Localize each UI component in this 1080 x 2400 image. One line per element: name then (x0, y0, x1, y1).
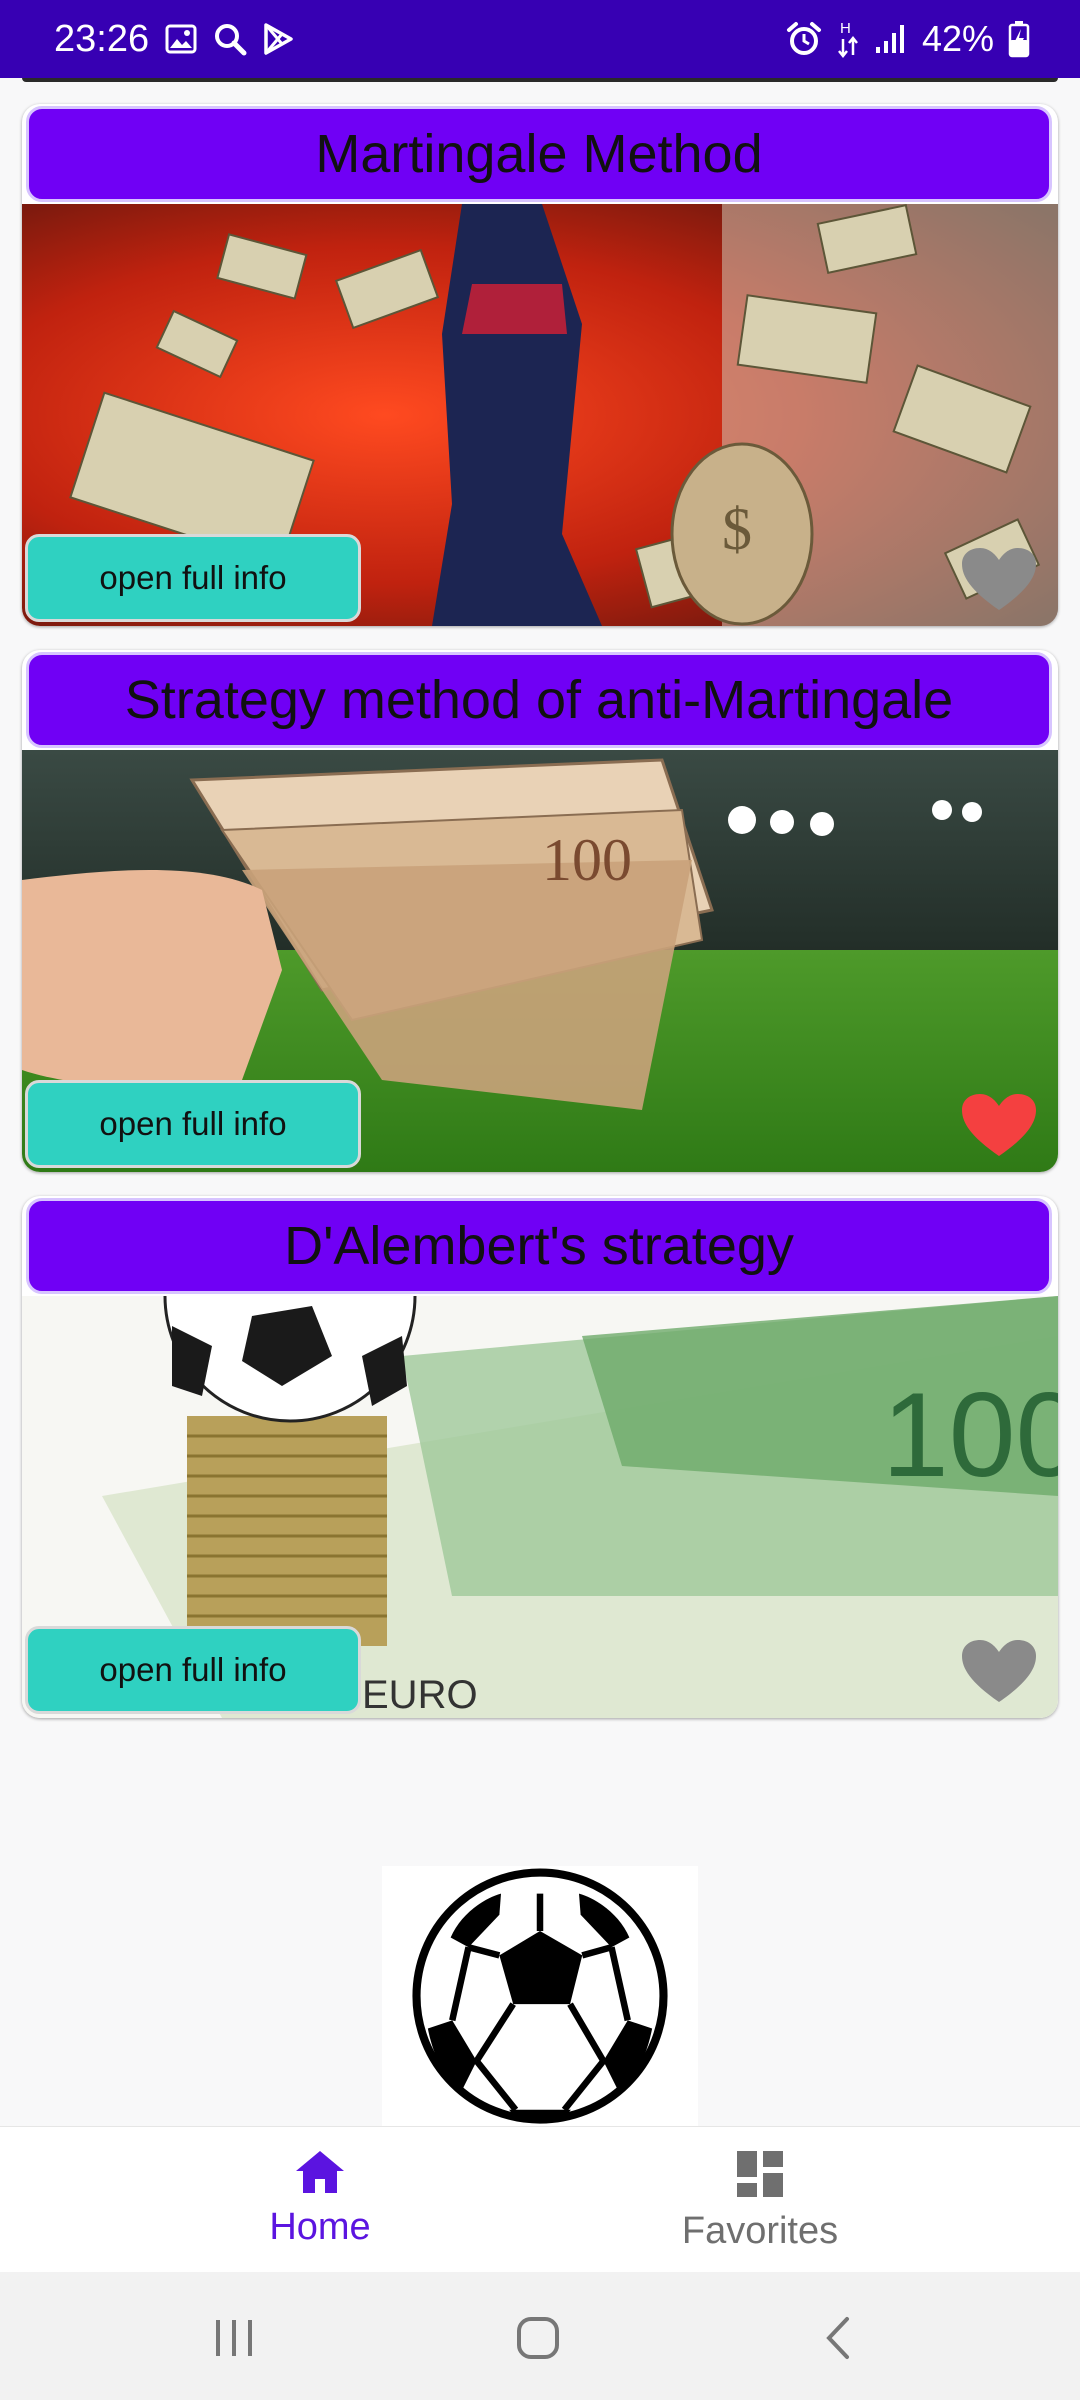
home-icon (296, 2151, 344, 2193)
open-full-info-button[interactable]: open full info (25, 1626, 361, 1714)
dashboard-icon (737, 2151, 783, 2197)
nav-favorites-label: Favorites (681, 2210, 839, 2252)
recent-apps-button[interactable] (204, 2308, 264, 2368)
svg-text:EURO: EURO (362, 1673, 478, 1717)
nav-home-label: Home (269, 2206, 371, 2248)
clock: 23:26 (54, 17, 150, 60)
favorite-heart-icon-active[interactable] (960, 1092, 1038, 1158)
alarm-icon (786, 21, 822, 57)
card-title: Martingale Method (26, 106, 1052, 202)
status-bar: 23:26 H 42% (0, 0, 1080, 78)
svg-text:H: H (840, 20, 851, 37)
recent-apps-icon (216, 2320, 252, 2356)
open-full-info-button[interactable]: open full info (25, 534, 361, 622)
card-title: Strategy method of anti-Martingale (26, 652, 1052, 748)
strategy-card: D'Alembert's strategy 100 EURO open full… (22, 1196, 1058, 1718)
bottom-navigation: Home Favorites (0, 2126, 1080, 2273)
card-title: D'Alembert's strategy (26, 1198, 1052, 1294)
battery-charging-icon (1008, 20, 1030, 58)
play-store-icon (263, 23, 293, 55)
favorite-heart-icon[interactable] (960, 1638, 1038, 1704)
home-circle-icon (517, 2317, 559, 2359)
battery-percentage: 42% (921, 18, 994, 59)
data-arrows-icon: H (836, 19, 860, 59)
favorite-heart-icon[interactable] (960, 546, 1038, 612)
system-navigation-bar (0, 2272, 1080, 2400)
signal-icon (874, 23, 908, 55)
soccer-ball-image (382, 1866, 698, 2126)
search-icon (213, 22, 247, 56)
strategy-card: Martingale Method $ open full info (22, 104, 1058, 626)
back-button[interactable] (808, 2308, 868, 2368)
gallery-icon (165, 24, 197, 54)
svg-text:100: 100 (882, 1368, 1058, 1502)
strategy-card: Strategy method of anti-Martingale 100 o… (22, 650, 1058, 1172)
nav-home[interactable]: Home (200, 2149, 440, 2249)
home-system-button[interactable] (508, 2308, 568, 2368)
open-full-info-button[interactable]: open full info (25, 1080, 361, 1168)
svg-text:$: $ (722, 496, 752, 562)
svg-text:100: 100 (542, 827, 632, 893)
back-chevron-icon (826, 2317, 849, 2359)
nav-favorites[interactable]: Favorites (640, 2149, 880, 2253)
previous-card-edge (22, 78, 1058, 82)
